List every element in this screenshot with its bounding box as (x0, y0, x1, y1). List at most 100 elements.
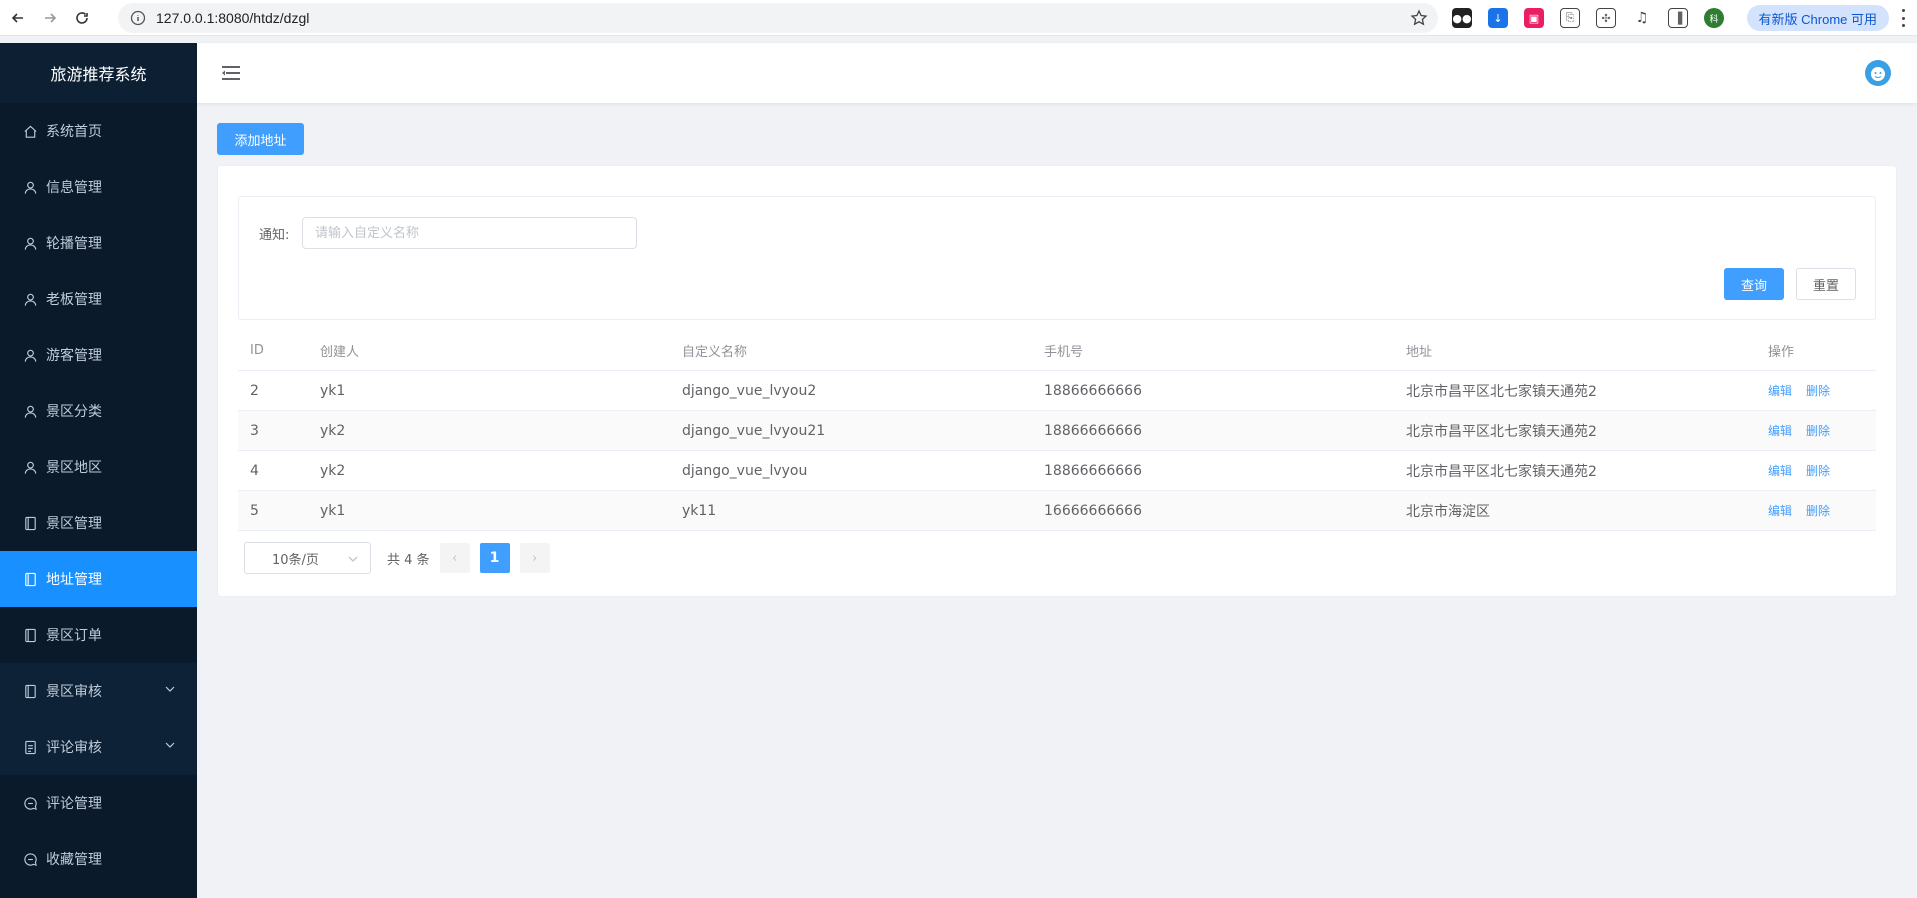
delete-button[interactable]: 删除 (1806, 504, 1830, 518)
sidebar-item-3[interactable]: 轮播管理 (0, 215, 197, 271)
search-input[interactable] (302, 217, 637, 249)
hamburger-icon[interactable] (222, 65, 240, 81)
sidebar-item-13[interactable]: 评论管理 (0, 775, 197, 831)
notebook-icon (22, 683, 38, 699)
home-icon (22, 123, 38, 139)
search-form: 通知: 查询 重置 (238, 196, 1876, 320)
header-id[interactable]: ID (238, 343, 308, 358)
user-icon (22, 179, 38, 195)
table-row: 5 yk1 yk11 16666666666 北京市海淀区 编辑 删除 (238, 491, 1876, 531)
sidebar-item-label: 景区审核 (46, 684, 102, 700)
cell-actions: 编辑 删除 (1756, 462, 1876, 479)
extension-icon[interactable]: ●● (1452, 8, 1472, 28)
query-button[interactable]: 查询 (1724, 268, 1784, 300)
sidebar-item-14[interactable]: 收藏管理 (0, 831, 197, 887)
reset-button[interactable]: 重置 (1796, 268, 1856, 300)
bookmark-star-icon[interactable] (1410, 9, 1428, 27)
sidebar-item-label: 景区分类 (46, 404, 102, 420)
app-title: 旅游推荐系统 (0, 43, 197, 103)
address-bar[interactable]: 127.0.0.1:8080/htdz/dzgl (118, 3, 1438, 33)
sidebar-item-label: 游客管理 (46, 348, 102, 364)
sidebar-item-label: 景区管理 (46, 516, 102, 532)
profile-avatar[interactable]: 科 (1704, 8, 1724, 28)
notebook-icon (22, 627, 38, 643)
sidebar-item-9[interactable]: 地址管理 (0, 551, 197, 607)
header-name[interactable]: 自定义名称 (670, 341, 1032, 360)
delete-button[interactable]: 删除 (1806, 424, 1830, 438)
table-header: ID 创建人 自定义名称 手机号 地址 操作 (238, 330, 1876, 371)
sidebar-item-label: 评论管理 (46, 796, 102, 812)
table-row: 2 yk1 django_vue_lvyou2 18866666666 北京市昌平区北七… (238, 371, 1876, 411)
search-label: 通知: (259, 228, 290, 243)
cell-id: 3 (250, 422, 259, 439)
reload-icon[interactable] (68, 4, 96, 32)
sidebar-item-7[interactable]: 景区地区 (0, 439, 197, 495)
sidebar-item-12[interactable]: 评论审核 (0, 719, 197, 775)
cell-address: 北京市海淀区 (1406, 503, 1490, 520)
header-creator[interactable]: 创建人 (308, 341, 670, 360)
edit-button[interactable]: 编辑 (1768, 464, 1792, 478)
pagination: 10条/页 共 4 条 ‹ 1 › (244, 542, 550, 574)
sidebar-item-11[interactable]: 景区审核 (0, 663, 197, 719)
prev-page-button[interactable]: ‹ (439, 543, 470, 573)
header-address[interactable]: 地址 (1394, 341, 1756, 360)
forward-icon[interactable] (36, 4, 64, 32)
cell-actions: 编辑 删除 (1756, 502, 1876, 519)
cell-id: 5 (250, 502, 259, 519)
sidebar-item-8[interactable]: 景区管理 (0, 495, 197, 551)
sidebar: 旅游推荐系统 系统首页信息管理轮播管理老板管理游客管理景区分类景区地区景区管理地… (0, 43, 197, 898)
chat-icon (22, 795, 38, 811)
chevron-down-icon (348, 556, 358, 562)
sidebar-item-2[interactable]: 信息管理 (0, 159, 197, 215)
edit-button[interactable]: 编辑 (1768, 384, 1792, 398)
edit-button[interactable]: 编辑 (1768, 504, 1792, 518)
topbar (197, 43, 1917, 103)
cell-id: 4 (250, 462, 259, 479)
more-menu-icon[interactable] (1897, 9, 1909, 27)
sidebar-item-6[interactable]: 景区分类 (0, 383, 197, 439)
user-icon (22, 235, 38, 251)
back-icon[interactable] (4, 4, 32, 32)
extension-icon[interactable]: ⎘ (1560, 8, 1580, 28)
side-panel-icon[interactable]: ▐ (1668, 8, 1688, 28)
delete-button[interactable]: 删除 (1806, 464, 1830, 478)
cell-creator: yk1 (320, 502, 346, 519)
puzzle-extensions-icon[interactable]: ✣ (1596, 8, 1616, 28)
extension-icon[interactable]: ▣ (1524, 8, 1544, 28)
user-icon (22, 347, 38, 363)
site-info-icon[interactable] (130, 10, 146, 26)
sidebar-item-1[interactable]: 系统首页 (0, 103, 197, 159)
avatar[interactable] (1865, 60, 1891, 86)
media-control-icon[interactable]: ♫ (1632, 8, 1652, 28)
notebook-icon (22, 571, 38, 587)
sidebar-item-4[interactable]: 老板管理 (0, 271, 197, 327)
cell-name: django_vue_lvyou21 (682, 422, 826, 439)
delete-button[interactable]: 删除 (1806, 384, 1830, 398)
sidebar-item-label: 收藏管理 (46, 852, 102, 868)
cell-creator: yk2 (320, 462, 346, 479)
address-table: ID 创建人 自定义名称 手机号 地址 操作 2 yk1 django_vue_lv… (238, 330, 1876, 531)
download-extension-icon[interactable]: ↓ (1488, 8, 1508, 28)
sidebar-item-label: 信息管理 (46, 180, 102, 196)
url-text[interactable]: 127.0.0.1:8080/htdz/dzgl (156, 10, 309, 26)
cell-phone: 16666666666 (1044, 502, 1142, 519)
document-icon (22, 739, 38, 755)
add-address-button[interactable]: 添加地址 (217, 123, 304, 155)
table-row: 4 yk2 django_vue_lvyou 18866666666 北京市昌平区北七家… (238, 451, 1876, 491)
sidebar-item-label: 景区地区 (46, 460, 102, 476)
sidebar-item-5[interactable]: 游客管理 (0, 327, 197, 383)
page-size-select[interactable]: 10条/页 (244, 542, 371, 574)
sidebar-item-label: 轮播管理 (46, 236, 102, 252)
edit-button[interactable]: 编辑 (1768, 424, 1792, 438)
cell-name: django_vue_lvyou (682, 462, 808, 479)
user-icon (22, 291, 38, 307)
sidebar-item-10[interactable]: 景区订单 (0, 607, 197, 663)
cell-creator: yk2 (320, 422, 346, 439)
header-phone[interactable]: 手机号 (1032, 341, 1394, 360)
next-page-button[interactable]: › (519, 543, 550, 573)
cell-actions: 编辑 删除 (1756, 422, 1876, 439)
chrome-update-button[interactable]: 有新版 Chrome 可用 (1746, 5, 1889, 31)
cell-address: 北京市昌平区北七家镇天通苑2 (1406, 463, 1597, 480)
page-number-current[interactable]: 1 (479, 543, 510, 573)
header-actions: 操作 (1768, 344, 1795, 360)
